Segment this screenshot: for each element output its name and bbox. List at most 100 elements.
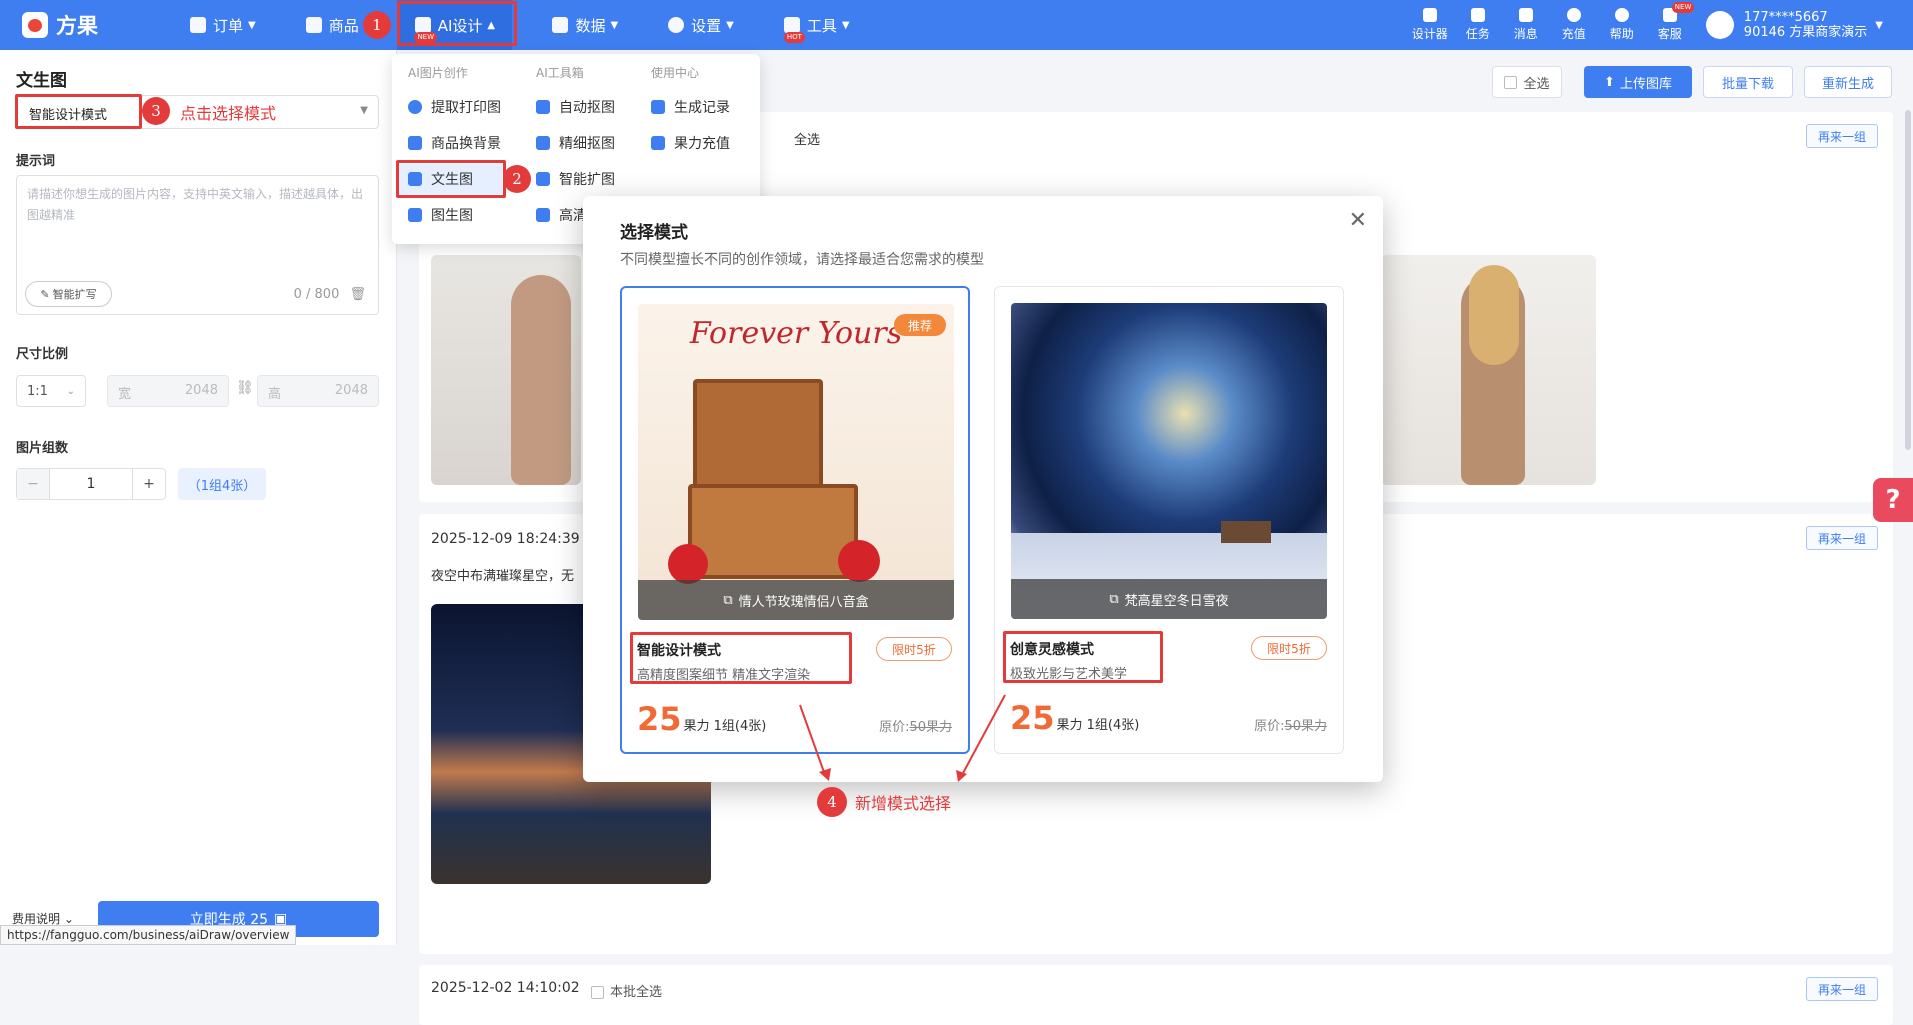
cutout-icon <box>536 100 550 114</box>
nav-tools[interactable]: 工具 ▼ HOT <box>774 0 860 50</box>
caret-down-icon: ▼ <box>1875 19 1883 31</box>
tool-messages-label: 消息 <box>1513 27 1538 41</box>
nav-data[interactable]: 数据 ▼ <box>542 0 628 50</box>
recharge-icon <box>651 136 665 150</box>
mode-preview-image: ⧉ 梵高星空冬日雪夜 <box>1011 303 1327 619</box>
upload-button[interactable]: ⬆ 上传图库 <box>1584 66 1692 98</box>
width-input[interactable]: 宽 2048 <box>107 375 229 407</box>
tool-recharge[interactable]: 充值 <box>1550 8 1598 42</box>
checkbox[interactable] <box>1504 75 1518 89</box>
tool-support[interactable]: 客服 NEW <box>1646 2 1695 42</box>
count-value[interactable]: 1 <box>49 469 133 499</box>
highlight-mode-creative <box>1003 631 1163 683</box>
step-badge-2: 2 <box>503 165 531 193</box>
width-label: 宽 <box>118 387 132 402</box>
record-datetime: 2025-12-09 18:24:39 <box>431 531 580 547</box>
step-badge-4: 4 <box>817 787 847 817</box>
record-select-all[interactable]: 全选 <box>794 129 820 148</box>
size-label: 尺寸比例 <box>16 347 69 362</box>
ratio-select[interactable]: 1:1 ⌄ <box>16 375 86 407</box>
nav-settings[interactable]: 设置 ▼ <box>658 0 744 50</box>
minus-button[interactable]: − <box>17 469 49 499</box>
menu-item-label: 智能扩图 <box>559 172 615 188</box>
panel-title: 文生图 <box>16 71 67 91</box>
prompt-label: 提示词 <box>16 154 56 169</box>
menu-item-image-to-image[interactable]: 图生图 <box>408 200 473 230</box>
trash-icon[interactable]: 🗑 <box>349 287 366 302</box>
bag-icon <box>305 17 322 33</box>
menu-item-extract-print[interactable]: 提取打印图 <box>408 92 501 122</box>
again-button[interactable]: 再来一组 <box>1806 526 1878 550</box>
music-box-lid <box>693 379 823 499</box>
tool-help[interactable]: 帮助 <box>1598 8 1646 42</box>
tool-messages[interactable]: 消息 <box>1502 8 1550 42</box>
nav-orders[interactable]: 订单 ▼ <box>180 0 266 50</box>
menu-item-recharge[interactable]: 果力充值 <box>651 128 730 158</box>
plus-circle-icon <box>408 100 422 114</box>
regenerate-button[interactable]: 重新生成 <box>1804 66 1892 98</box>
menu-item-smart-expand[interactable]: 智能扩图 <box>536 164 615 194</box>
batch-select[interactable]: 本批全选 <box>591 981 662 1000</box>
apple-logo-icon <box>22 12 48 38</box>
edit-icon: ✎ <box>40 287 50 301</box>
discount-badge: 限时5折 <box>876 637 952 661</box>
highlight-ai-design <box>397 1 517 46</box>
mode-card-smart[interactable]: Forever Yours 推荐 ⧉ 情人节玫瑰情侣八音盒 智能设计模式 高精度图… <box>620 286 970 754</box>
char-counter: 0 / 800 🗑 <box>294 287 366 302</box>
help-float-button[interactable]: ? <box>1873 478 1913 522</box>
step-badge-1: 1 <box>363 11 391 39</box>
mode-caption: ⧉ 梵高星空冬日雪夜 <box>1011 579 1327 619</box>
clipboard-icon <box>190 17 206 33</box>
help-icon <box>1614 8 1629 22</box>
chevron-down-icon: ⌄ <box>66 385 75 397</box>
tool-designer[interactable]: 设计器 <box>1406 8 1454 42</box>
dropdown-header: AI工具箱 <box>536 66 584 80</box>
figure-shape <box>511 275 571 485</box>
rose-shape <box>838 540 880 582</box>
ai-expand-label: 智能扩写 <box>52 288 97 301</box>
count-stepper: − 1 + <box>16 468 166 500</box>
again-button[interactable]: 再来一组 <box>1806 977 1878 1001</box>
hot-badge: HOT <box>783 32 805 43</box>
plus-button[interactable]: + <box>133 469 165 499</box>
discount-badge: 限时5折 <box>1251 636 1327 660</box>
result-image[interactable] <box>431 255 581 485</box>
nav-tools-label: 工具 <box>806 16 837 35</box>
logo[interactable]: 方果 <box>22 10 132 40</box>
height-input[interactable]: 高 2048 <box>257 375 379 407</box>
mode-card-creative[interactable]: ⧉ 梵高星空冬日雪夜 创意灵感模式 极致光影与艺术美学 限时5折 25 果力 1组(… <box>994 286 1344 754</box>
checkbox[interactable] <box>591 986 604 999</box>
price: 25 果力 1组(4张) <box>637 700 766 738</box>
menu-item-label: 精细抠图 <box>559 136 615 152</box>
chart-icon <box>552 17 569 33</box>
dropdown-header: 使用中心 <box>651 66 700 80</box>
caret-down-icon: ▼ <box>248 19 256 31</box>
top-navbar: 方果 订单 ▼ 商品 ▼ AI设计 ▲ NEW 数据 ▼ 设置 ▼ <box>0 0 1913 50</box>
scrollbar[interactable] <box>1905 110 1911 450</box>
user-phone: 177****5667 <box>1743 10 1828 25</box>
menu-item-label: 图生图 <box>431 208 473 224</box>
menu-item-auto-cutout[interactable]: 自动抠图 <box>536 92 615 122</box>
result-image[interactable] <box>1381 255 1596 485</box>
again-button[interactable]: 再来一组 <box>1806 124 1878 148</box>
menu-item-records[interactable]: 生成记录 <box>651 92 730 122</box>
price-value: 25 <box>637 700 682 738</box>
task-icon <box>1470 8 1485 22</box>
menu-item-hd[interactable]: 高清 <box>536 200 587 230</box>
batch-download-button[interactable]: 批量下载 <box>1703 66 1793 98</box>
yen-icon <box>1566 8 1581 22</box>
menu-item-fine-cutout[interactable]: 精细抠图 <box>536 128 615 158</box>
gear-icon <box>668 17 685 33</box>
music-box-body <box>688 484 858 579</box>
ai-expand-button[interactable]: ✎ 智能扩写 <box>25 281 112 307</box>
nav-orders-label: 订单 <box>213 16 244 35</box>
mode-select-modal: 选择模式 不同模型擅长不同的创作领域，请选择最适合您需求的模型 ✕ Foreve… <box>583 196 1383 782</box>
select-all-button[interactable]: 全选 <box>1492 66 1562 98</box>
menu-item-change-bg[interactable]: 商品换背景 <box>408 128 501 158</box>
tool-tasks[interactable]: 任务 <box>1454 8 1502 42</box>
close-icon[interactable]: ✕ <box>1349 208 1367 233</box>
link-icon[interactable]: ⛓ <box>236 380 254 396</box>
user-menu[interactable]: 177****5667 90146 方果商家演示 ▼ <box>1705 10 1883 40</box>
prompt-textarea[interactable]: 请描述你想生成的图片内容，支持中英文输入，描述越具体，出图越精准 ✎ 智能扩写 0… <box>16 175 379 315</box>
image-icon <box>1422 8 1437 22</box>
